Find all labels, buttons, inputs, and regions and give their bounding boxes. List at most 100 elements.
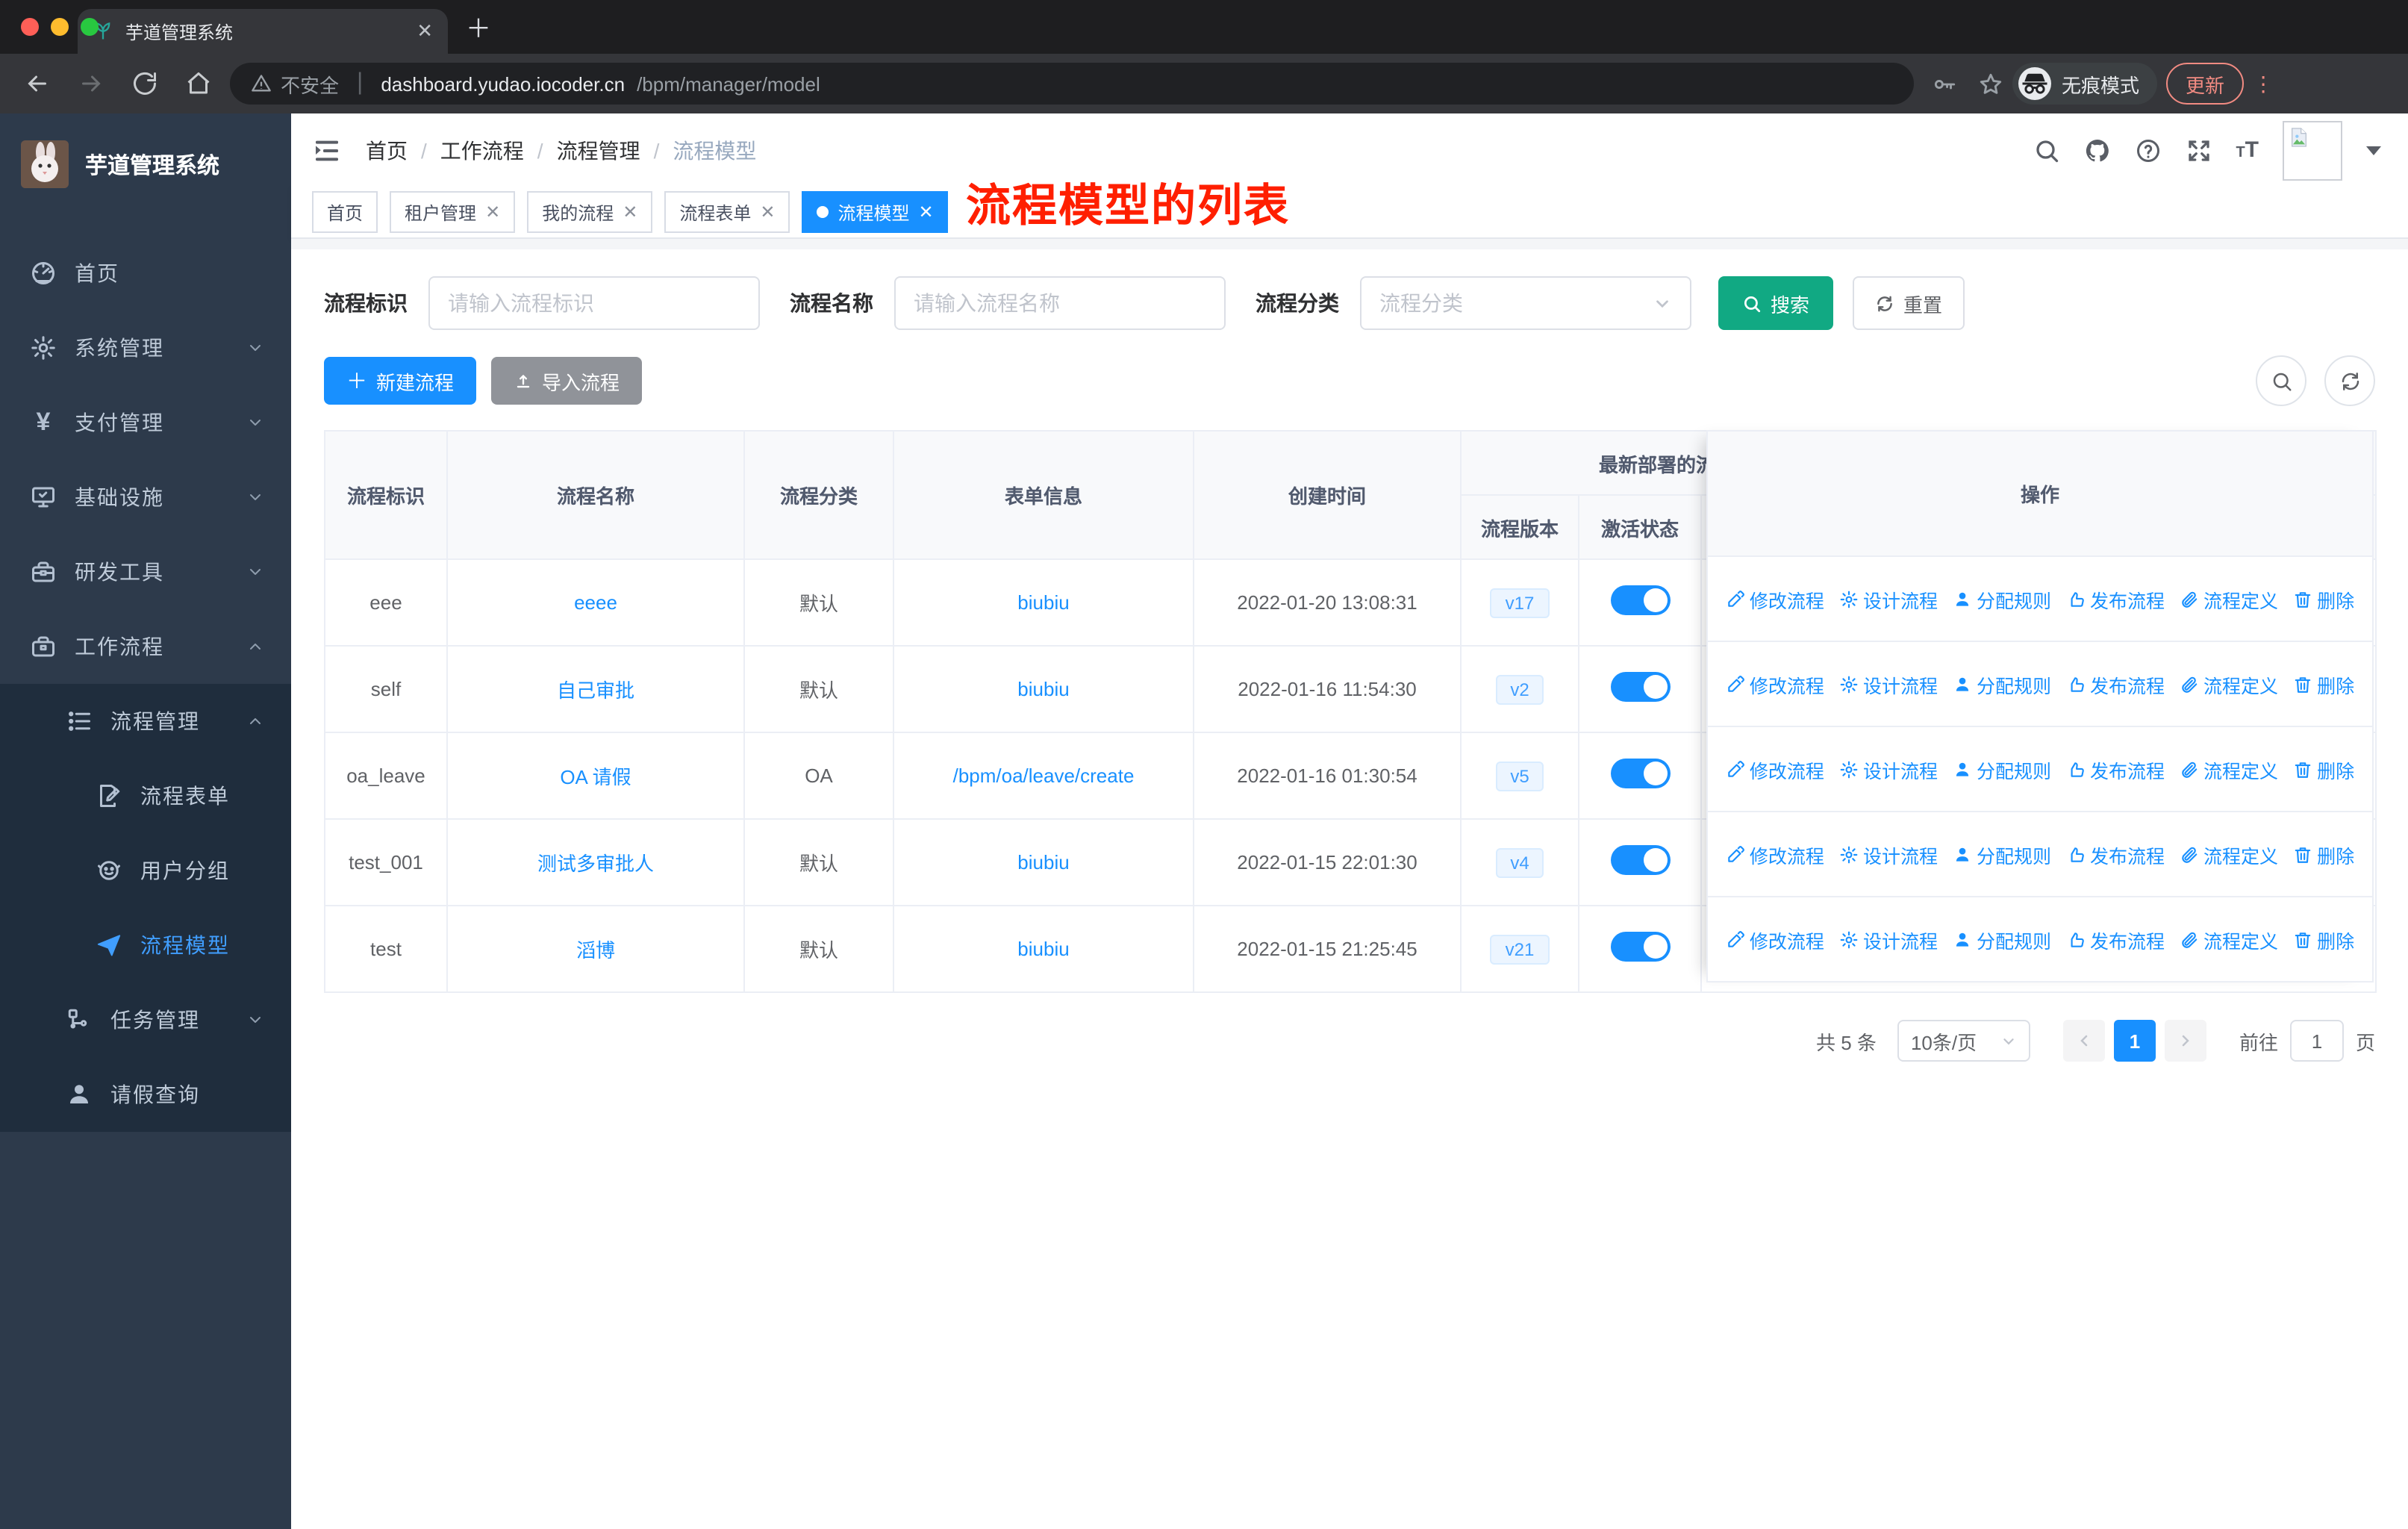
chevron-down-icon[interactable] — [2366, 146, 2381, 155]
filter-name-input[interactable] — [894, 276, 1226, 330]
goto-page-input[interactable] — [2289, 1020, 2344, 1062]
close-icon[interactable]: ✕ — [485, 202, 500, 222]
tab-close-icon[interactable]: ✕ — [417, 19, 433, 43]
close-icon[interactable]: ✕ — [760, 202, 775, 222]
breadcrumb-bpm-manage[interactable]: 流程管理 — [557, 135, 640, 165]
sidebar-item-user-group[interactable]: 用户分组 — [0, 833, 291, 908]
breadcrumb-home[interactable]: 首页 — [366, 135, 408, 165]
form-info-link[interactable]: biubiu — [1017, 678, 1069, 700]
reload-icon[interactable] — [131, 70, 158, 97]
design-action-link[interactable]: 设计流程 — [1839, 755, 1938, 783]
import-process-button[interactable]: 导入流程 — [491, 357, 643, 405]
sidebar-item-home[interactable]: 首页 — [0, 236, 291, 311]
create-process-button[interactable]: ＋ 新建流程 — [324, 357, 477, 405]
filter-id-input[interactable] — [428, 276, 760, 330]
next-page-button[interactable] — [2164, 1020, 2206, 1062]
sidebar-item-pay[interactable]: ¥ 支付管理 — [0, 385, 291, 460]
browser-tab[interactable]: 芋道管理系统 ✕ — [78, 9, 448, 54]
process-name-link[interactable]: eeee — [574, 591, 617, 614]
fullscreen-icon[interactable] — [2185, 137, 2212, 164]
tag-流程模型[interactable]: 流程模型 ✕ — [802, 191, 949, 233]
definition-action-link[interactable]: 流程定义 — [2180, 755, 2278, 783]
form-info-link[interactable]: biubiu — [1017, 591, 1069, 614]
active-toggle[interactable] — [1610, 759, 1670, 788]
page-size-select[interactable]: 10条/页 — [1897, 1020, 2030, 1062]
update-button[interactable]: 更新 — [2166, 63, 2245, 105]
definition-action-link[interactable]: 流程定义 — [2180, 670, 2278, 698]
search-icon[interactable] — [2033, 137, 2059, 164]
sidebar-item-devtools[interactable]: 研发工具 — [0, 535, 291, 609]
edit-action-link[interactable]: 修改流程 — [1726, 840, 1824, 868]
prev-page-button[interactable] — [2062, 1020, 2105, 1062]
design-action-link[interactable]: 设计流程 — [1839, 925, 1938, 953]
maximize-window-button[interactable] — [81, 18, 99, 36]
assign-action-link[interactable]: 分配规则 — [1953, 755, 2051, 783]
definition-action-link[interactable]: 流程定义 — [2180, 925, 2278, 953]
design-action-link[interactable]: 设计流程 — [1839, 585, 1938, 613]
github-icon[interactable] — [2083, 137, 2110, 164]
form-info-link[interactable]: biubiu — [1017, 851, 1069, 874]
filter-category-select[interactable]: 流程分类 — [1360, 276, 1691, 330]
publish-action-link[interactable]: 发布流程 — [2066, 755, 2165, 783]
new-tab-icon[interactable]: ＋ — [466, 7, 491, 45]
sidebar-item-leave-query[interactable]: 请假查询 — [0, 1057, 291, 1132]
tag-我的流程[interactable]: 我的流程 ✕ — [527, 191, 653, 233]
publish-action-link[interactable]: 发布流程 — [2066, 670, 2165, 698]
back-icon[interactable] — [24, 70, 51, 97]
sidebar-item-bpm-manage[interactable]: 流程管理 — [0, 684, 291, 759]
design-action-link[interactable]: 设计流程 — [1839, 840, 1938, 868]
process-name-link[interactable]: 滔博 — [576, 939, 615, 962]
font-size-icon[interactable]: TT — [2236, 137, 2259, 163]
logo-row[interactable]: 芋道管理系统 — [0, 113, 291, 203]
publish-action-link[interactable]: 发布流程 — [2066, 840, 2165, 868]
sidebar-item-workflow[interactable]: 工作流程 — [0, 609, 291, 684]
breadcrumb-workflow[interactable]: 工作流程 — [440, 135, 524, 165]
active-toggle[interactable] — [1610, 932, 1670, 962]
delete-action-link[interactable]: 删除 — [2293, 670, 2354, 698]
active-toggle[interactable] — [1610, 672, 1670, 702]
edit-action-link[interactable]: 修改流程 — [1726, 925, 1824, 953]
forward-icon[interactable] — [78, 70, 105, 97]
sidebar-item-bpm-form[interactable]: 流程表单 — [0, 759, 291, 833]
close-icon[interactable]: ✕ — [623, 202, 637, 222]
security-warning[interactable]: 不安全 — [251, 69, 339, 98]
process-name-link[interactable]: OA 请假 — [560, 766, 631, 788]
edit-action-link[interactable]: 修改流程 — [1726, 755, 1824, 783]
edit-action-link[interactable]: 修改流程 — [1726, 670, 1824, 698]
active-toggle[interactable] — [1610, 845, 1670, 875]
hamburger-icon[interactable] — [312, 135, 342, 165]
delete-action-link[interactable]: 删除 — [2293, 925, 2354, 953]
tag-流程表单[interactable]: 流程表单 ✕ — [664, 191, 790, 233]
help-icon[interactable] — [2134, 137, 2161, 164]
assign-action-link[interactable]: 分配规则 — [1953, 585, 2051, 613]
minimize-window-button[interactable] — [51, 18, 69, 36]
tag-租户管理[interactable]: 租户管理 ✕ — [390, 191, 516, 233]
page-number-current[interactable]: 1 — [2113, 1020, 2156, 1062]
edit-action-link[interactable]: 修改流程 — [1726, 585, 1824, 613]
sidebar-item-system[interactable]: 系统管理 — [0, 311, 291, 385]
definition-action-link[interactable]: 流程定义 — [2180, 585, 2278, 613]
close-window-button[interactable] — [21, 18, 39, 36]
sidebar-item-bpm-model[interactable]: 流程模型 — [0, 908, 291, 983]
assign-action-link[interactable]: 分配规则 — [1953, 925, 2051, 953]
publish-action-link[interactable]: 发布流程 — [2066, 925, 2165, 953]
tag-首页[interactable]: 首页 — [312, 191, 378, 233]
form-info-link[interactable]: /bpm/oa/leave/create — [953, 764, 1135, 787]
sidebar-item-infra[interactable]: 基础设施 — [0, 460, 291, 535]
delete-action-link[interactable]: 删除 — [2293, 585, 2354, 613]
publish-action-link[interactable]: 发布流程 — [2066, 585, 2165, 613]
address-bar[interactable]: 不安全 | dashboard.yudao.iocoder.cn/bpm/man… — [230, 63, 1914, 105]
reset-button[interactable]: 重置 — [1853, 276, 1965, 330]
delete-action-link[interactable]: 删除 — [2293, 840, 2354, 868]
assign-action-link[interactable]: 分配规则 — [1953, 840, 2051, 868]
avatar[interactable] — [2283, 120, 2342, 180]
incognito-badge[interactable]: 无痕模式 — [2012, 63, 2158, 105]
bookmark-star-icon[interactable] — [1978, 71, 2003, 96]
show-search-button[interactable] — [2256, 355, 2306, 406]
assign-action-link[interactable]: 分配规则 — [1953, 670, 2051, 698]
sidebar-item-task-manage[interactable]: 任务管理 — [0, 983, 291, 1057]
design-action-link[interactable]: 设计流程 — [1839, 670, 1938, 698]
active-toggle[interactable] — [1610, 585, 1670, 615]
search-button[interactable]: 搜索 — [1718, 276, 1834, 330]
definition-action-link[interactable]: 流程定义 — [2180, 840, 2278, 868]
